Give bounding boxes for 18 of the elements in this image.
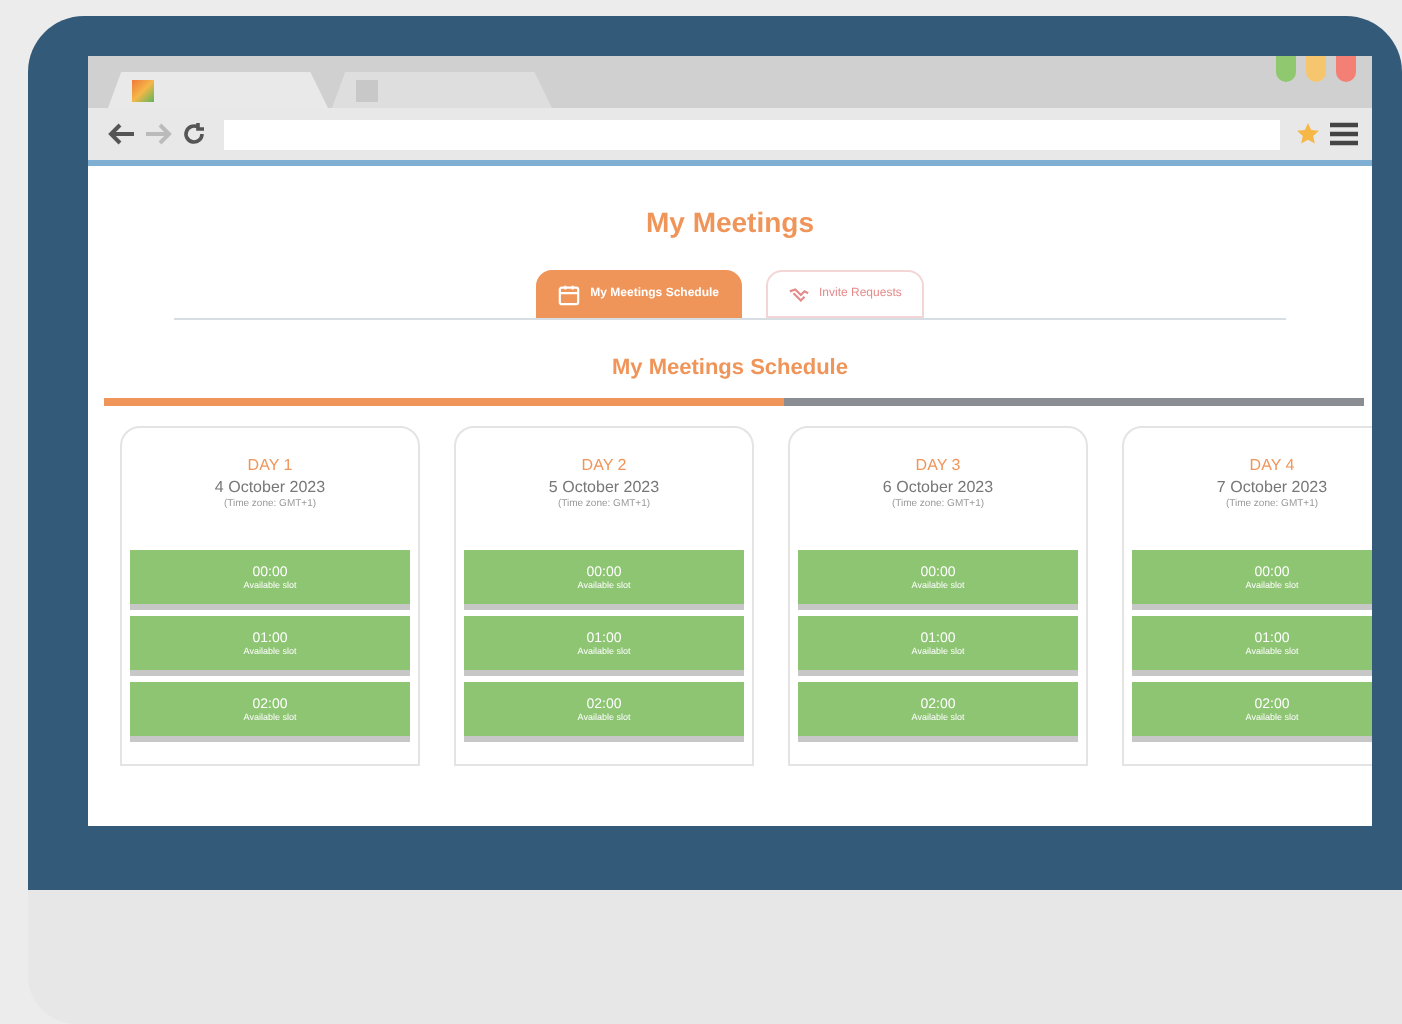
day-label: DAY 1 [245,456,295,474]
menu-icon[interactable] [1328,122,1360,146]
reload-icon[interactable] [180,122,208,146]
day-date: 6 October 2023 [880,478,996,496]
day-date: 4 October 2023 [212,478,328,496]
day-label: DAY 4 [1247,456,1297,474]
day-date: 5 October 2023 [546,478,662,496]
page-title: My Meetings [645,206,814,238]
day-label: DAY 3 [913,456,963,474]
day-date: 7 October 2023 [1214,478,1330,496]
section-title: My Meetings Schedule [612,356,848,380]
back-icon[interactable] [108,122,136,146]
star-icon[interactable] [1296,122,1320,146]
browser-tab[interactable] [332,72,552,108]
handshake-icon [787,283,809,305]
calendar-icon [558,283,581,305]
day-label: DAY 2 [579,456,629,474]
favicon-icon [132,79,154,101]
